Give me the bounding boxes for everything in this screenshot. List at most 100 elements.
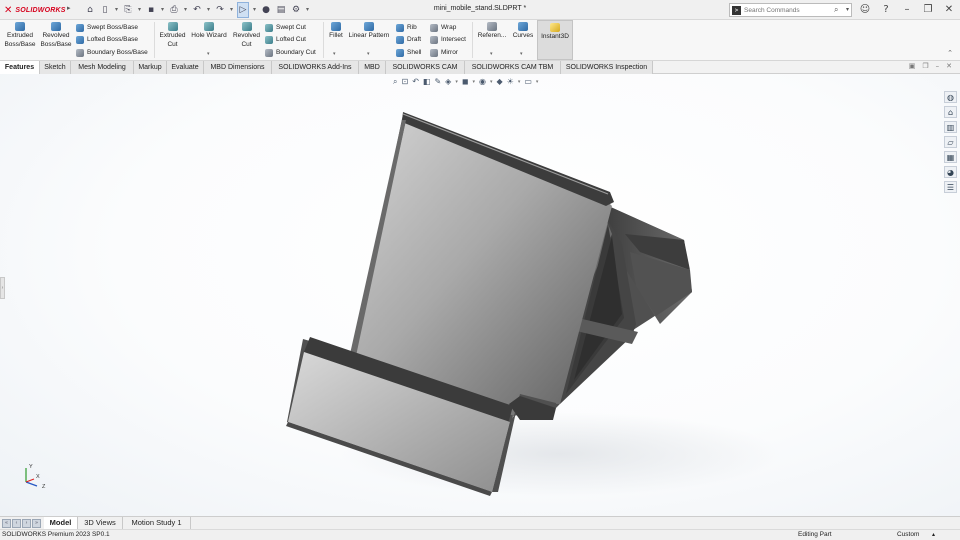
- save-icon[interactable]: ▪: [145, 3, 157, 17]
- tab-evaluate[interactable]: Evaluate: [167, 61, 204, 74]
- revolved-boss-button[interactable]: Revolved Boss/Base: [39, 22, 73, 49]
- tab-sketch[interactable]: Sketch: [40, 61, 71, 74]
- next-tab-icon[interactable]: ›: [22, 519, 31, 528]
- new-file-icon[interactable]: ▯: [99, 3, 111, 17]
- hole-wizard-button[interactable]: Hole Wizard: [190, 22, 228, 41]
- viewport-window-controls: ▣ ❐ – ✕: [909, 62, 952, 70]
- restore-icon[interactable]: ❐: [921, 3, 935, 17]
- units-dropdown-icon[interactable]: ▴: [932, 530, 935, 540]
- tab-mbd-dimensions[interactable]: MBD Dimensions: [204, 61, 272, 74]
- fillet-dropdown-icon[interactable]: ▾: [333, 51, 336, 57]
- undo-icon[interactable]: ↶: [191, 3, 203, 17]
- title-bar: ✕ SOLIDWORKS ▸ ⌂ ▯ ▾ ⎘ ▾ ▪ ▾ ⎙ ▾ ↶ ▾ ↷ ▾…: [0, 0, 960, 20]
- tab-markup[interactable]: Markup: [134, 61, 167, 74]
- tab-mbd[interactable]: MBD: [359, 61, 386, 74]
- rib-button[interactable]: Rib: [396, 23, 417, 32]
- lofted-boss-button[interactable]: Lofted Boss/Base: [76, 35, 138, 44]
- last-tab-icon[interactable]: »: [32, 519, 41, 528]
- shell-icon: [396, 48, 404, 57]
- boundary-cut-button[interactable]: Boundary Cut: [265, 48, 316, 57]
- tab-solidworks-cam-tbm[interactable]: SOLIDWORKS CAM TBM: [465, 61, 561, 74]
- revolved-cut-button[interactable]: Revolved Cut: [231, 22, 262, 49]
- graphics-area[interactable]: ⌕ ⊡ ↶ ◧ ✎ ◈ ▾ ◼ ▾ ◉ ▾ ◆ ☀ ▾ ▭ ▾ › ◍ ⌂ ▥ …: [0, 74, 960, 516]
- rib-label: Rib: [407, 24, 417, 31]
- triad-y-label: Y: [29, 464, 33, 470]
- boundary-boss-button[interactable]: Boundary Boss/Base: [76, 48, 148, 57]
- intersect-label: Intersect: [441, 36, 466, 43]
- swept-boss-button[interactable]: Swept Boss/Base: [76, 23, 138, 32]
- search-mode-icon[interactable]: >: [732, 6, 741, 15]
- reference-geometry-dropdown-icon[interactable]: ▾: [490, 51, 493, 57]
- extruded-boss-icon: [15, 22, 25, 31]
- intersect-button[interactable]: Intersect: [430, 35, 466, 44]
- linear-pattern-label: Linear Pattern: [348, 32, 390, 39]
- print-icon[interactable]: ⎙: [168, 3, 180, 17]
- search-dropdown-icon[interactable]: ▾: [846, 6, 849, 13]
- search-icon[interactable]: ⌕: [834, 5, 838, 15]
- redo-icon[interactable]: ↷: [214, 3, 226, 17]
- swept-cut-button[interactable]: Swept Cut: [265, 23, 306, 32]
- file-properties-icon[interactable]: ▤: [275, 3, 287, 17]
- swept-boss-icon: [76, 23, 84, 32]
- tab-solidworks-inspection[interactable]: SOLIDWORKS Inspection: [561, 61, 653, 74]
- new-dropdown-icon[interactable]: ▾: [114, 3, 119, 17]
- options-icon[interactable]: ⚙: [290, 3, 302, 17]
- solidworks-logo[interactable]: ✕ SOLIDWORKS: [4, 4, 66, 16]
- ribbon-collapse-icon[interactable]: ⌃: [947, 49, 953, 57]
- extruded-cut-button[interactable]: Extruded Cut: [157, 22, 188, 49]
- units-selector[interactable]: Custom: [897, 530, 919, 540]
- search-input[interactable]: [744, 5, 834, 16]
- tab-features[interactable]: Features: [0, 61, 40, 74]
- options-dropdown-icon[interactable]: ▾: [305, 3, 310, 17]
- menu-expand-arrow-icon[interactable]: ▸: [67, 4, 71, 12]
- close-icon[interactable]: ✕: [942, 3, 956, 17]
- draft-button[interactable]: Draft: [396, 35, 421, 44]
- home-icon[interactable]: ⌂: [84, 3, 96, 17]
- minimize-view-icon[interactable]: –: [936, 62, 940, 70]
- tab-solidworks-cam[interactable]: SOLIDWORKS CAM: [386, 61, 465, 74]
- tab-solidworks-add-ins[interactable]: SOLIDWORKS Add-Ins: [272, 61, 359, 74]
- logo-text: SOLIDWORKS: [15, 6, 66, 14]
- shell-button[interactable]: Shell: [396, 48, 421, 57]
- tab-mesh-modeling[interactable]: Mesh Modeling: [71, 61, 134, 74]
- tile-icon[interactable]: ▣: [909, 62, 916, 70]
- reference-geometry-button[interactable]: Referen...: [475, 22, 509, 41]
- triad-z-label: Z: [42, 484, 46, 490]
- prev-tab-icon[interactable]: ‹: [12, 519, 21, 528]
- extruded-boss-button[interactable]: Extruded Boss/Base: [3, 22, 37, 49]
- mirror-button[interactable]: Mirror: [430, 48, 458, 57]
- select-icon[interactable]: ▷: [237, 2, 249, 18]
- linear-pattern-button[interactable]: Linear Pattern: [347, 22, 391, 41]
- curves-dropdown-icon[interactable]: ▾: [520, 51, 523, 57]
- hole-wizard-dropdown-icon[interactable]: ▾: [207, 51, 210, 57]
- open-dropdown-icon[interactable]: ▾: [137, 3, 142, 17]
- print-dropdown-icon[interactable]: ▾: [183, 3, 188, 17]
- fillet-button[interactable]: Fillet: [326, 22, 346, 41]
- status-mode-text: Editing Part: [798, 531, 832, 538]
- help-icon[interactable]: ?: [879, 3, 893, 17]
- rebuild-icon[interactable]: ●: [260, 3, 272, 17]
- restore-view-icon[interactable]: ❐: [922, 62, 928, 70]
- curves-button[interactable]: Curves: [510, 22, 536, 41]
- redo-dropdown-icon[interactable]: ▾: [229, 3, 234, 17]
- linear-pattern-dropdown-icon[interactable]: ▾: [367, 51, 370, 57]
- lofted-cut-button[interactable]: Lofted Cut: [265, 35, 306, 44]
- phone-stand-model[interactable]: [0, 74, 960, 516]
- search-commands[interactable]: > ⌕ ▾: [729, 3, 852, 17]
- extruded-cut-label-1: Extruded: [159, 32, 186, 39]
- open-icon[interactable]: ⎘: [122, 3, 134, 17]
- lofted-cut-icon: [265, 35, 273, 44]
- save-dropdown-icon[interactable]: ▾: [160, 3, 165, 17]
- user-icon[interactable]: ☺: [858, 3, 872, 17]
- undo-dropdown-icon[interactable]: ▾: [206, 3, 211, 17]
- rib-icon: [396, 23, 404, 32]
- lofted-boss-icon: [76, 35, 84, 44]
- close-view-icon[interactable]: ✕: [946, 62, 952, 70]
- wrap-button[interactable]: Wrap: [430, 23, 456, 32]
- command-manager-ribbon: Extruded Boss/Base Revolved Boss/Base Sw…: [0, 20, 960, 61]
- instant3d-button[interactable]: Instant3D: [537, 20, 573, 60]
- first-tab-icon[interactable]: «: [2, 519, 11, 528]
- select-dropdown-icon[interactable]: ▾: [252, 3, 257, 17]
- fillet-icon: [331, 22, 341, 31]
- minimize-icon[interactable]: –: [900, 3, 914, 17]
